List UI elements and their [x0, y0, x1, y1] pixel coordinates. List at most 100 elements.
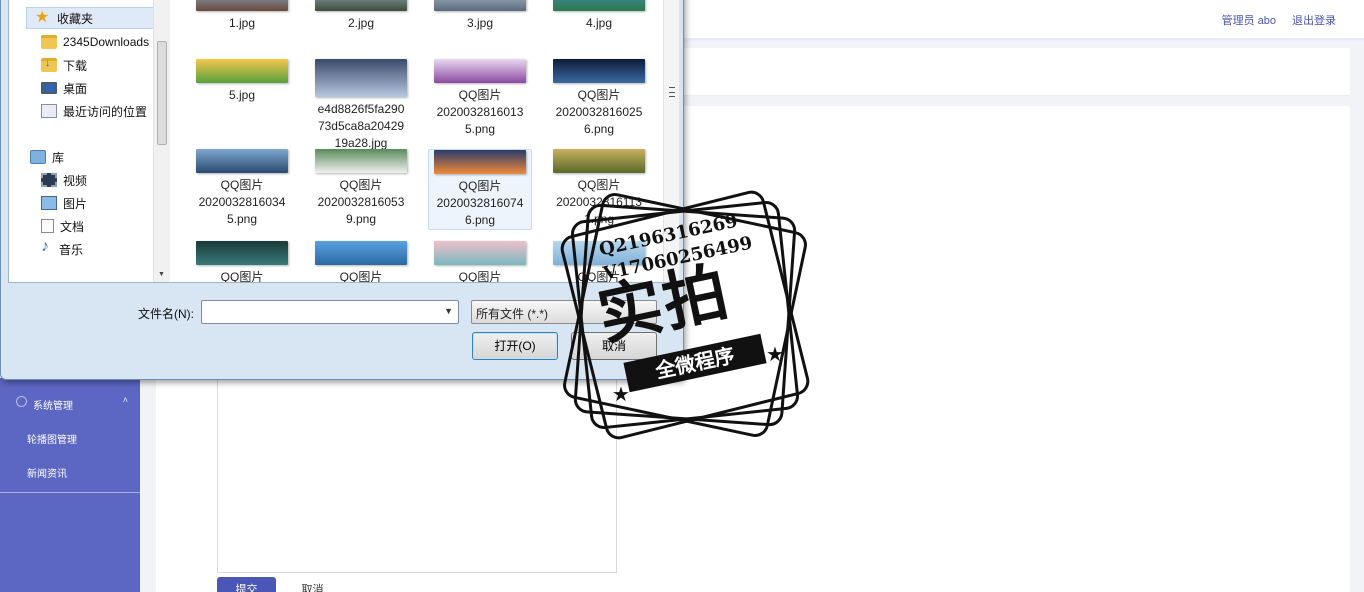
file-tile[interactable]: QQ图片 [190, 241, 294, 282]
settings-icon [16, 396, 27, 407]
file-name: 4.jpg [585, 16, 613, 30]
file-tile[interactable]: QQ图片 [547, 241, 651, 282]
music-icon [41, 238, 53, 256]
file-thumbnail [196, 0, 288, 11]
nav-item-recent-places[interactable]: 最近访问的位置 [41, 100, 147, 122]
sidebar-group-system[interactable]: 系统管理 ˄ [0, 378, 140, 424]
nav-item-label: 最近访问的位置 [63, 104, 148, 119]
nav-item-label: 2345Downloads [63, 35, 150, 49]
nav-scrollbar[interactable]: ▼ [153, 0, 170, 282]
file-name: e4d8826f5fa290 73d5ca8a20429 19a28.jpg [317, 102, 405, 150]
file-tile[interactable]: QQ图片 2020032816053 9.png [309, 149, 413, 228]
user-links: 管理员 abo 退出登录 [1222, 12, 1336, 28]
dialog-browser: 收藏夹 2345Downloads 下载 桌面 最近访问的位置 库 [8, 0, 679, 283]
file-type-select[interactable]: 所有文件 (*.*) [471, 300, 657, 324]
nav-item-2345downloads[interactable]: 2345Downloads [41, 31, 149, 53]
nav-item-label: 图片 [63, 196, 88, 211]
library-icon [30, 150, 46, 164]
filename-input[interactable]: ▼ [201, 300, 459, 324]
sidebar: 系统管理 ˄ 轮播图管理 新闻资讯 [0, 378, 140, 592]
file-thumbnail [196, 149, 288, 173]
nav-item-documents[interactable]: 文档 [41, 215, 84, 237]
file-tile[interactable]: QQ图片 [309, 241, 413, 282]
file-name: QQ图片 2020032816053 9.png [317, 178, 405, 226]
file-name: QQ图片 [577, 270, 621, 282]
file-name: 5.jpg [228, 88, 256, 102]
nav-item-libraries[interactable]: 库 [30, 146, 64, 168]
sidebar-item-carousel[interactable]: 轮播图管理 [0, 424, 140, 458]
nav-item-label: 音乐 [59, 242, 84, 257]
nav-item-desktop[interactable]: 桌面 [41, 77, 87, 99]
file-name: QQ图片 2020032816113 1.png [556, 178, 642, 226]
sidebar-divider [0, 492, 140, 493]
nav-item-label: 下载 [63, 58, 88, 73]
file-name: QQ图片 [458, 270, 502, 282]
star-icon [35, 7, 51, 27]
file-tile[interactable]: 4.jpg [547, 0, 651, 32]
file-thumbnail [434, 241, 526, 265]
file-tile[interactable]: 3.jpg [428, 0, 532, 32]
sidebar-group-label: 系统管理 [33, 401, 73, 412]
file-thumbnail [553, 241, 645, 265]
file-thumbnail [553, 0, 645, 11]
file-tile[interactable]: QQ图片 [428, 241, 532, 282]
file-name: 1.jpg [228, 16, 256, 30]
nav-item-downloads[interactable]: 下载 [41, 54, 87, 76]
file-name: QQ图片 2020032816034 5.png [198, 178, 286, 226]
content-editor[interactable] [217, 372, 617, 573]
cancel-form-button[interactable]: 取消 [290, 577, 335, 592]
documents-icon [41, 219, 54, 233]
chevron-up-icon: ˄ [122, 395, 128, 405]
open-file-dialog: 收藏夹 2345Downloads 下载 桌面 最近访问的位置 库 [0, 0, 684, 380]
file-name: 2.jpg [347, 16, 375, 30]
file-thumbnail [315, 149, 407, 173]
file-tile[interactable]: 2.jpg [309, 0, 413, 32]
open-button[interactable]: 打开(O) [472, 332, 558, 360]
file-thumbnail [196, 241, 288, 265]
dropdown-arrow-icon[interactable]: ▼ [444, 306, 453, 316]
file-thumbnail [315, 59, 407, 97]
navigation-pane: 收藏夹 2345Downloads 下载 桌面 最近访问的位置 库 [9, 0, 156, 282]
file-tile[interactable]: 1.jpg [190, 0, 294, 32]
nav-item-music[interactable]: 音乐 [41, 238, 83, 260]
nav-item-label: 库 [52, 150, 65, 165]
admin-user-link[interactable]: 管理员 abo [1222, 12, 1276, 28]
video-icon [41, 173, 57, 187]
nav-item-label: 文档 [60, 219, 85, 234]
nav-item-label: 桌面 [63, 81, 88, 96]
file-thumbnail [434, 0, 526, 11]
filename-label: 文件名(N): [138, 307, 194, 321]
nav-item-pictures[interactable]: 图片 [41, 192, 87, 214]
file-tile[interactable]: QQ图片 2020032816034 5.png [190, 149, 294, 228]
desktop-icon [41, 82, 57, 94]
nav-item-label: 视频 [63, 173, 88, 188]
file-name: 3.jpg [466, 16, 494, 30]
file-tile[interactable]: e4d8826f5fa290 73d5ca8a20429 19a28.jpg [309, 59, 413, 152]
folder-icon [41, 35, 57, 49]
nav-item-videos[interactable]: 视频 [41, 169, 87, 191]
file-tile[interactable]: QQ图片 2020032816113 1.png [547, 149, 651, 228]
file-name: QQ图片 2020032816025 6.png [555, 88, 643, 136]
file-thumbnail [434, 59, 526, 83]
file-thumbnail [553, 59, 645, 83]
file-list: 1.jpg 2.jpg 3.jpg 4.jpg 5.jpg e4d8826f5fa290 … [170, 0, 663, 282]
dialog-cancel-button[interactable]: 取消 [571, 332, 657, 360]
file-tile[interactable]: QQ图片 2020032816013 5.png [428, 59, 532, 138]
nav-item-favorites[interactable]: 收藏夹 [26, 7, 156, 29]
submit-button[interactable]: 提交 [217, 577, 276, 592]
download-folder-icon [41, 58, 57, 72]
file-tile[interactable]: QQ图片 2020032816074 6.png [428, 149, 532, 230]
file-thumbnail [315, 0, 407, 11]
pictures-icon [41, 196, 57, 210]
sidebar-item-news[interactable]: 新闻资讯 [0, 458, 140, 492]
scroll-grip-icon[interactable] [669, 87, 675, 97]
file-scrollbar[interactable] [663, 0, 679, 282]
logout-link[interactable]: 退出登录 [1292, 12, 1336, 28]
file-tile[interactable]: 5.jpg [190, 59, 294, 104]
nav-item-label: 收藏夹 [57, 11, 94, 26]
file-name: QQ图片 2020032816013 5.png [436, 88, 524, 136]
scroll-down-arrow-icon[interactable]: ▼ [158, 271, 165, 278]
file-tile[interactable]: QQ图片 2020032816025 6.png [547, 59, 651, 138]
nav-scroll-thumb[interactable] [157, 41, 167, 145]
file-thumbnail [315, 241, 407, 265]
